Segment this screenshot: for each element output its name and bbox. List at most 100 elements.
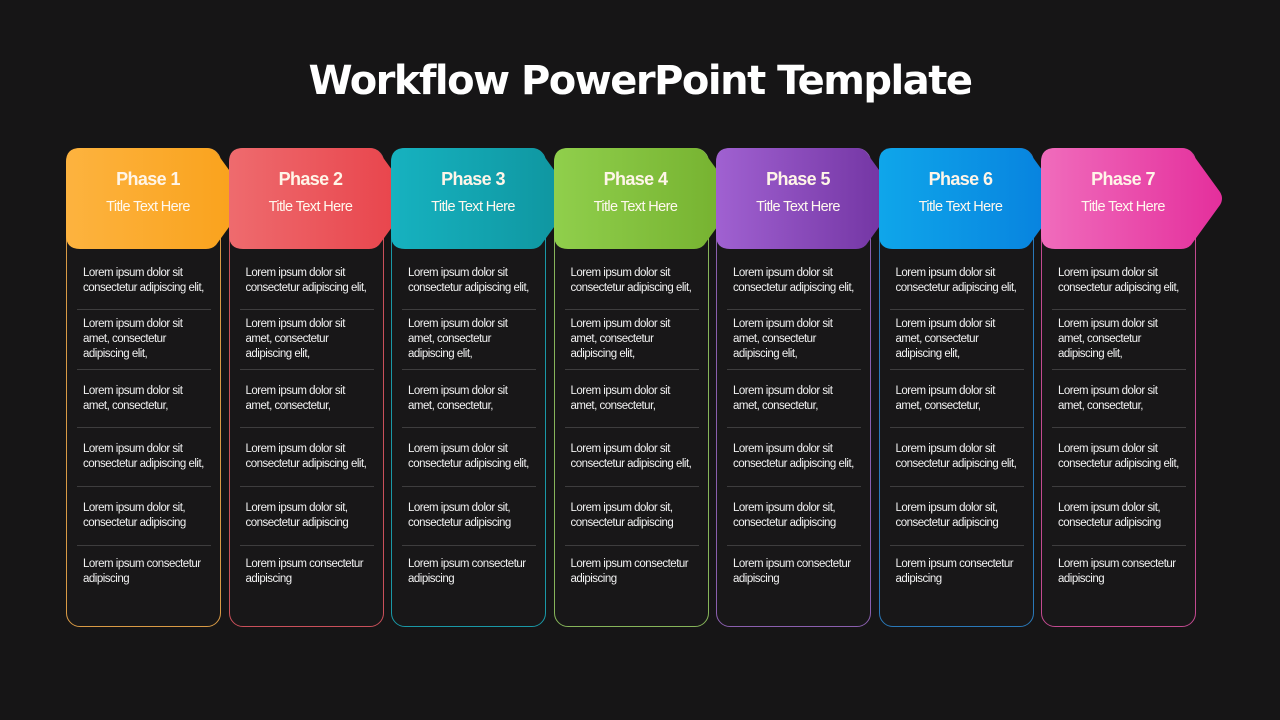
list-item-text: Lorem ipsum dolor sit consectetur adipis…	[408, 266, 529, 294]
list-item: Lorem ipsum dolor sit, consectetur adipi…	[239, 487, 374, 546]
list-item: Lorem ipsum dolor sit amet, consectetur …	[239, 310, 374, 370]
list-item-text: Lorem ipsum consectetur adipiscing	[83, 558, 201, 585]
list-item: Lorem ipsum dolor sit, consectetur adipi…	[77, 487, 211, 546]
list-item: Lorem ipsum dolor sit amet, consectetur …	[564, 310, 699, 370]
list-item: Lorem ipsum dolor sit, consectetur adipi…	[402, 487, 536, 546]
list-item: Lorem ipsum dolor sit consectetur adipis…	[239, 252, 374, 310]
list-item-text: Lorem ipsum dolor sit, consectetur adipi…	[570, 502, 674, 529]
list-item-text: Lorem ipsum consectetur adipiscing	[408, 558, 526, 585]
list-item: Lorem ipsum dolor sit consectetur adipis…	[727, 252, 861, 310]
phase-header-arrow: Phase 7 Title Text Here	[1041, 148, 1223, 249]
list-item-text: Lorem ipsum dolor sit amet, consectetur,	[733, 384, 833, 412]
list-item: Lorem ipsum dolor sit amet, consectetur …	[727, 310, 861, 370]
list-item: Lorem ipsum dolor sit consectetur adipis…	[889, 252, 1024, 310]
phase-subtitle: Title Text Here	[593, 199, 678, 215]
list-item-text: Lorem ipsum consectetur adipiscing	[1058, 558, 1176, 585]
phase-item-list: Lorem ipsum dolor sit consectetur adipis…	[1052, 252, 1186, 606]
phase-header-arrow: Phase 4 Title Text Here	[553, 148, 736, 249]
list-item-text: Lorem ipsum dolor sit, consectetur adipi…	[733, 502, 836, 529]
list-item-text: Lorem ipsum dolor sit consectetur adipis…	[1058, 443, 1179, 470]
list-item-text: Lorem ipsum consectetur adipiscing	[733, 558, 851, 585]
list-item-text: Lorem ipsum dolor sit consectetur adipis…	[83, 443, 204, 470]
list-item-text: Lorem ipsum dolor sit, consectetur adipi…	[895, 502, 999, 529]
list-item: Lorem ipsum dolor sit consectetur adipis…	[564, 428, 699, 487]
phase-item-list: Lorem ipsum dolor sit consectetur adipis…	[564, 252, 699, 606]
list-item: Lorem ipsum dolor sit consectetur adipis…	[889, 428, 1024, 487]
phase-header-arrow: Phase 2 Title Text Here	[228, 148, 411, 249]
phase-item-list: Lorem ipsum dolor sit consectetur adipis…	[239, 252, 374, 606]
list-item: Lorem ipsum dolor sit consectetur adipis…	[727, 428, 861, 487]
list-item: Lorem ipsum consectetur adipiscing	[402, 546, 536, 606]
phase-label: Phase 1	[116, 169, 180, 189]
phase-header-arrow: Phase 5 Title Text Here	[716, 148, 898, 249]
list-item: Lorem ipsum dolor sit consectetur adipis…	[77, 252, 211, 310]
phase-column: Phase 7 Title Text Here Lorem ipsum dolor …	[1041, 148, 1222, 627]
list-item-text: Lorem ipsum dolor sit consectetur adipis…	[245, 266, 367, 294]
list-item-text: Lorem ipsum dolor sit, consectetur adipi…	[83, 502, 186, 529]
list-item: Lorem ipsum dolor sit amet, consectetur …	[1052, 310, 1186, 370]
list-item: Lorem ipsum dolor sit amet, consectetur,	[402, 370, 536, 428]
list-item-text: Lorem ipsum consectetur adipiscing	[245, 558, 364, 585]
list-item-text: Lorem ipsum dolor sit consectetur adipis…	[1058, 266, 1179, 294]
phase-column: Phase 5 Title Text Here Lorem ipsum dolor …	[716, 148, 897, 627]
list-item-text: Lorem ipsum dolor sit consectetur adipis…	[895, 443, 1017, 470]
phase-column: Phase 4 Title Text Here Lorem ipsum dolor …	[553, 148, 735, 627]
list-item: Lorem ipsum consectetur adipiscing	[77, 546, 211, 606]
list-item-text: Lorem ipsum consectetur adipiscing	[895, 558, 1014, 585]
list-item-text: Lorem ipsum dolor sit amet, consectetur,	[570, 384, 671, 412]
list-item: Lorem ipsum dolor sit amet, consectetur,	[77, 370, 211, 428]
list-item-text: Lorem ipsum dolor sit, consectetur adipi…	[245, 502, 349, 529]
list-item-text: Lorem ipsum consectetur adipiscing	[570, 558, 689, 585]
phase-subtitle: Title Text Here	[106, 199, 190, 215]
phase-item-list: Lorem ipsum dolor sit consectetur adipis…	[77, 252, 211, 606]
list-item: Lorem ipsum dolor sit amet, consectetur,	[727, 370, 861, 428]
list-item-text: Lorem ipsum dolor sit amet, consectetur …	[245, 318, 346, 360]
list-item: Lorem ipsum consectetur adipiscing	[890, 546, 1024, 606]
list-item-text: Lorem ipsum dolor sit consectetur adipis…	[733, 266, 854, 294]
list-item-text: Lorem ipsum dolor sit amet, consectetur,	[895, 384, 996, 412]
phase-item-list: Lorem ipsum dolor sit consectetur adipis…	[402, 252, 536, 606]
list-item-text: Lorem ipsum dolor sit amet, consectetur,	[1058, 384, 1158, 412]
list-item: Lorem ipsum dolor sit consectetur adipis…	[564, 252, 699, 310]
list-item-text: Lorem ipsum dolor sit consectetur adipis…	[408, 443, 529, 470]
phase-subtitle: Title Text Here	[268, 199, 353, 215]
list-item: Lorem ipsum consectetur adipiscing	[240, 546, 374, 606]
phase-item-list: Lorem ipsum dolor sit consectetur adipis…	[727, 252, 861, 606]
list-item: Lorem ipsum dolor sit consectetur adipis…	[1052, 428, 1186, 487]
phase-subtitle: Title Text Here	[431, 199, 515, 215]
list-item-text: Lorem ipsum dolor sit amet, consectetur …	[570, 318, 671, 360]
phase-label: Phase 6	[928, 169, 993, 189]
list-item-text: Lorem ipsum dolor sit amet, consectetur,	[408, 384, 508, 412]
list-item: Lorem ipsum dolor sit, consectetur adipi…	[727, 487, 861, 546]
list-item: Lorem ipsum dolor sit amet, consectetur,	[889, 370, 1024, 428]
list-item-text: Lorem ipsum dolor sit, consectetur adipi…	[408, 502, 511, 529]
list-item-text: Lorem ipsum dolor sit consectetur adipis…	[733, 443, 854, 470]
phase-label: Phase 2	[278, 169, 343, 189]
list-item: Lorem ipsum dolor sit amet, consectetur,	[1052, 370, 1186, 428]
list-item: Lorem ipsum dolor sit amet, consectetur …	[889, 310, 1024, 370]
list-item: Lorem ipsum dolor sit, consectetur adipi…	[889, 487, 1024, 546]
list-item-text: Lorem ipsum dolor sit, consectetur adipi…	[1058, 502, 1161, 529]
list-item: Lorem ipsum dolor sit, consectetur adipi…	[564, 487, 699, 546]
list-item-text: Lorem ipsum dolor sit consectetur adipis…	[245, 443, 367, 470]
list-item: Lorem ipsum dolor sit consectetur adipis…	[402, 428, 536, 487]
phase-column: Phase 2 Title Text Here Lorem ipsum dolor …	[228, 148, 410, 627]
list-item: Lorem ipsum dolor sit consectetur adipis…	[77, 428, 211, 487]
list-item-text: Lorem ipsum dolor sit amet, consectetur …	[733, 318, 833, 360]
list-item-text: Lorem ipsum dolor sit consectetur adipis…	[570, 266, 692, 294]
list-item-text: Lorem ipsum dolor sit consectetur adipis…	[83, 266, 204, 294]
phase-column: Phase 1 Title Text Here Lorem ipsum dolor …	[66, 148, 247, 627]
list-item: Lorem ipsum dolor sit amet, consectetur …	[77, 310, 211, 370]
list-item-text: Lorem ipsum dolor sit amet, consectetur …	[408, 318, 508, 360]
phase-header-arrow: Phase 6 Title Text Here	[878, 148, 1061, 249]
list-item: Lorem ipsum dolor sit, consectetur adipi…	[1052, 487, 1186, 546]
phase-subtitle: Title Text Here	[918, 199, 1003, 215]
phase-label: Phase 7	[1091, 169, 1155, 189]
phase-header-arrow: Phase 1 Title Text Here	[66, 148, 248, 249]
list-item-text: Lorem ipsum dolor sit amet, consectetur …	[83, 318, 183, 360]
phase-label: Phase 4	[603, 169, 668, 189]
phase-subtitle: Title Text Here	[756, 199, 840, 215]
slide-title: Workflow PowerPoint Template	[308, 58, 973, 104]
phase-item-list: Lorem ipsum dolor sit consectetur adipis…	[889, 252, 1024, 606]
list-item: Lorem ipsum consectetur adipiscing	[565, 546, 699, 606]
